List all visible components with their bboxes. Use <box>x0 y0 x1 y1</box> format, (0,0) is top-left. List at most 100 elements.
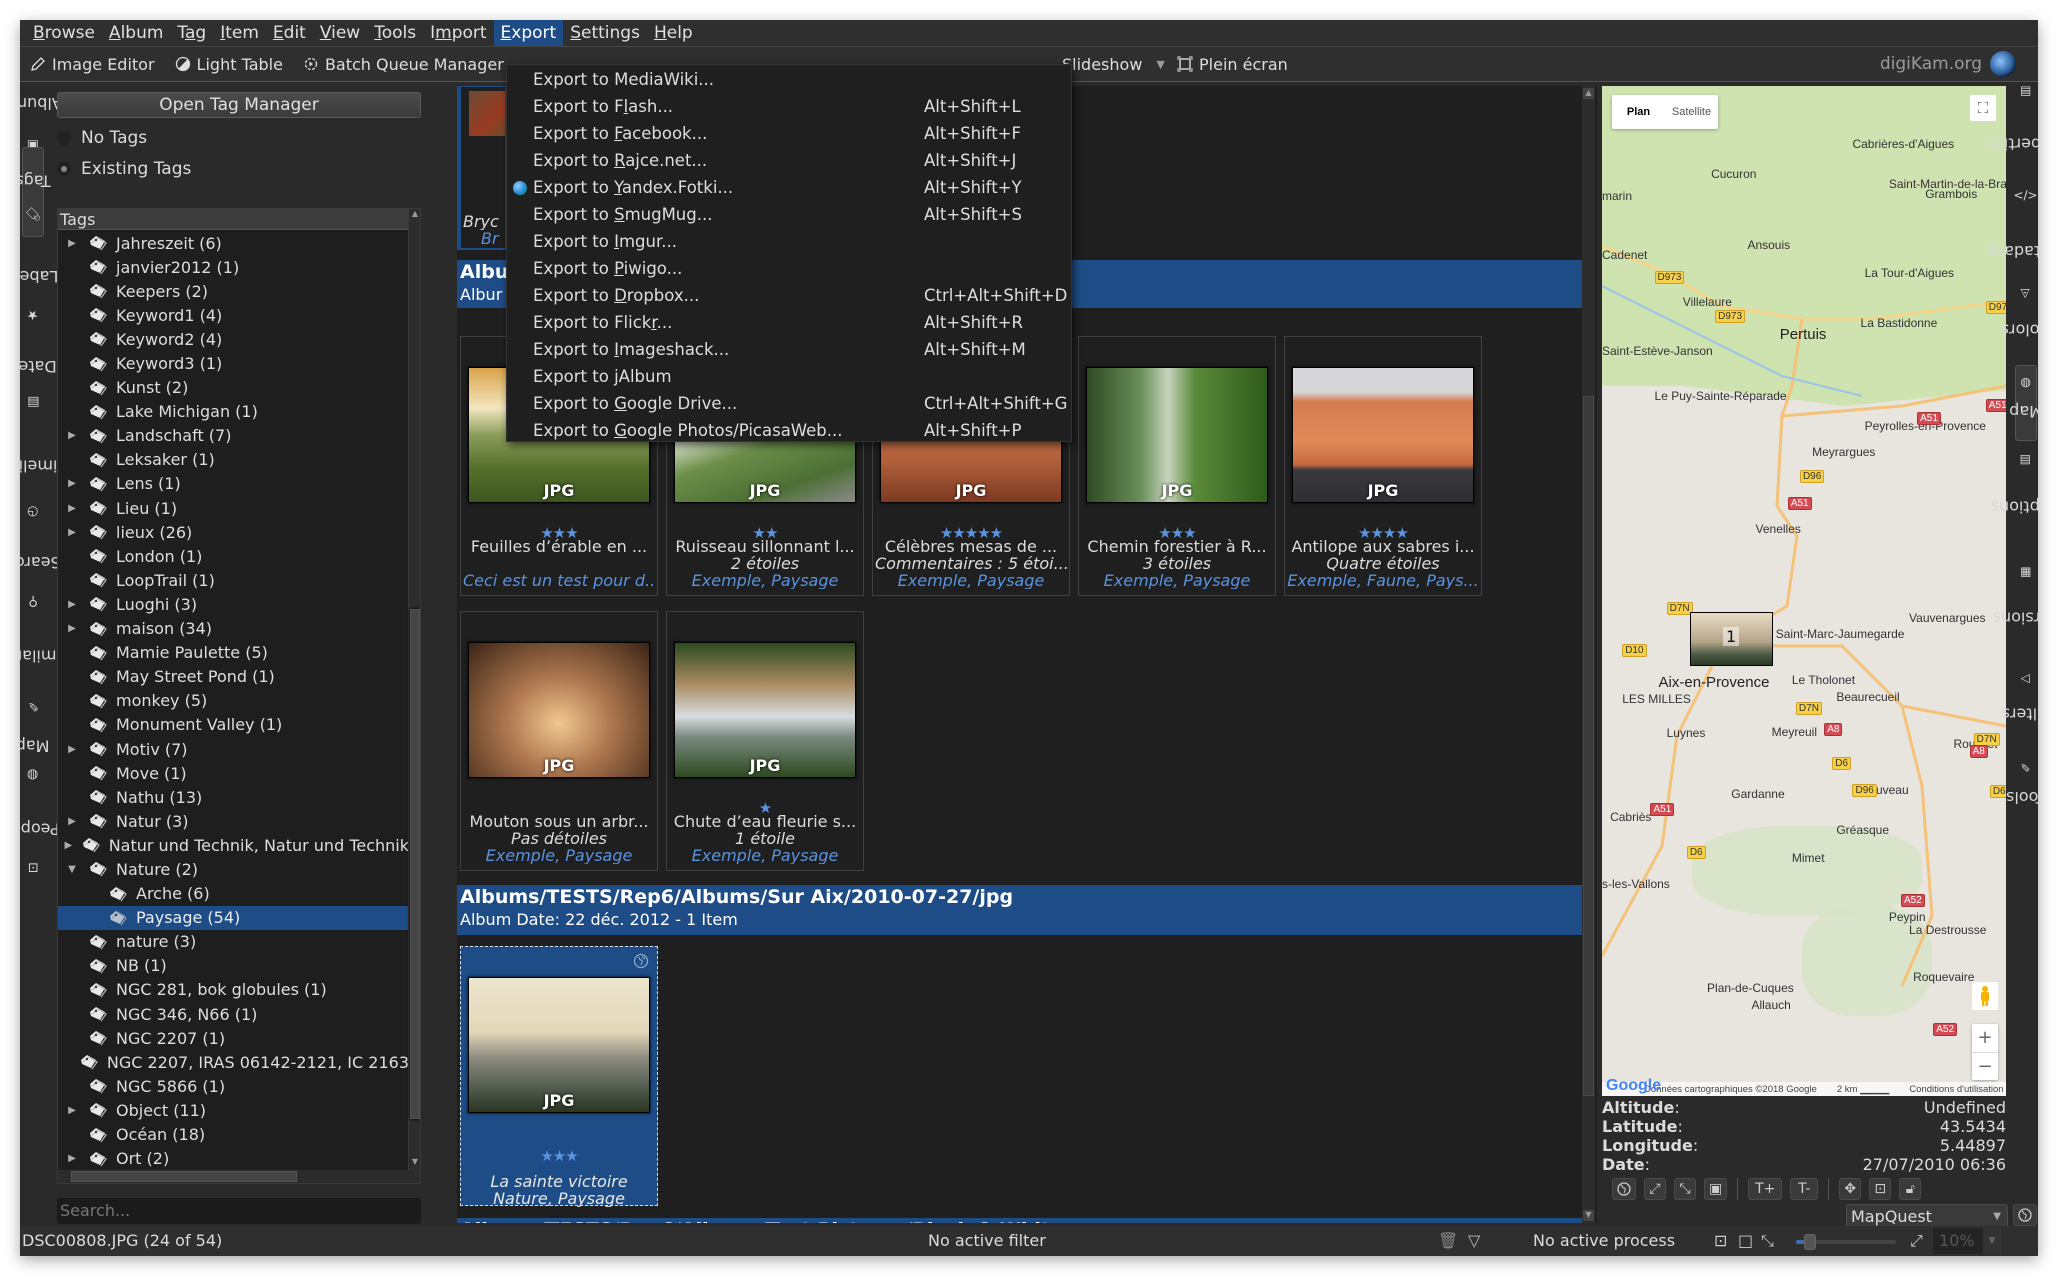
expander-arrow-icon[interactable]: ▼ <box>62 864 82 875</box>
left-tab-map[interactable]: ◍Map <box>20 719 50 789</box>
tag-item[interactable]: NGC 2207, IRAS 06142-2121, IC 2163 <box>58 1050 409 1074</box>
menu-tag[interactable]: Tag <box>170 20 213 46</box>
menu-view[interactable]: View <box>313 20 367 46</box>
menu-item-export[interactable]: Export to Imageshack... Alt+Shift+M <box>507 336 1071 363</box>
rating-stars[interactable]: ★★★ <box>461 1147 657 1165</box>
tag-item[interactable]: Kunst (2) <box>58 376 409 400</box>
menu-edit[interactable]: Edit <box>266 20 313 46</box>
expander-arrow-icon[interactable]: ▶ <box>62 1105 82 1116</box>
tag-item[interactable]: Nathu (13) <box>58 785 409 809</box>
menu-tools[interactable]: Tools <box>367 20 423 46</box>
lock-icon[interactable]: 🔓︎ <box>1899 1178 1922 1200</box>
trash-icon[interactable]: 🗑︎ <box>1438 1231 1458 1250</box>
menu-item-export[interactable]: Export to Imgur... <box>507 228 1071 255</box>
left-tab-tags[interactable]: 🏷︎Tags <box>20 147 51 237</box>
scrollbar-thumb[interactable] <box>71 1171 297 1182</box>
menu-browse[interactable]: Browse <box>26 20 102 46</box>
tag-search-input[interactable]: Search... <box>57 1198 421 1224</box>
menu-item-export[interactable]: Export to jAlbum <box>507 363 1071 390</box>
tag-item[interactable]: ▶ Lieu (1) <box>58 496 409 520</box>
tag-item[interactable]: ▶ maison (34) <box>58 617 409 641</box>
existing-tags-radio[interactable]: Existing Tags <box>57 159 191 179</box>
album-header[interactable]: Albums/TESTS/Rep6/Albums/Test Pictures/B… <box>457 1218 1582 1223</box>
menu-item-export[interactable]: Export to MediaWiki... <box>507 66 1071 93</box>
image-card-partial[interactable]: Bryc Br <box>457 86 507 250</box>
no-tags-radio[interactable]: No Tags <box>57 128 147 148</box>
zoom-slider-handle[interactable] <box>1804 1234 1816 1250</box>
tag-item[interactable]: ▶ Lens (1) <box>58 472 409 496</box>
expander-arrow-icon[interactable]: ▶ <box>62 816 82 827</box>
menu-item-export[interactable]: Export to Dropbox... Ctrl+Alt+Shift+D <box>507 282 1071 309</box>
tag-tree-vscrollbar[interactable]: ▲ ▼ <box>408 209 420 1183</box>
right-tab-versions[interactable]: ▦Versions <box>1992 555 2038 663</box>
scrollbar-thumb[interactable] <box>410 609 420 1119</box>
tag-item[interactable]: NGC 281, bok globules (1) <box>58 978 409 1002</box>
zoom-in-icon[interactable]: ⤢ <box>1910 1231 1923 1251</box>
expander-arrow-icon[interactable]: ▶ <box>62 623 82 634</box>
left-tab-dates[interactable]: ▤Dates <box>20 333 56 417</box>
expander-arrow-icon[interactable]: ▶ <box>62 1153 82 1164</box>
tag-item[interactable]: ▶ Ort (2) <box>58 1147 409 1171</box>
tag-item[interactable]: May Street Pond (1) <box>58 665 409 689</box>
increase-thumbnail-button[interactable]: T+ <box>1748 1178 1783 1200</box>
menu-item-export[interactable]: Export to Piwigo... <box>507 255 1071 282</box>
scrollbar-thumb[interactable] <box>1583 396 1594 1096</box>
image-card-selected[interactable]: JPG ★★★ La sainte victoire Nature, Paysa… <box>460 946 658 1207</box>
terms-link[interactable]: Conditions d'utilisation <box>1909 1084 2003 1095</box>
expander-arrow-icon[interactable]: ▶ <box>62 599 82 610</box>
tag-item[interactable]: ▶ Object (11) <box>58 1098 409 1122</box>
expander-arrow-icon[interactable]: ▶ <box>62 478 82 489</box>
tag-item[interactable]: NB (1) <box>58 954 409 978</box>
left-tab-similarity[interactable]: ✎Similarity <box>20 613 71 715</box>
show-thumbnails-icon[interactable]: ▣ <box>1704 1178 1728 1200</box>
zoom-to-selection-icon[interactable]: ⤡ <box>1674 1178 1696 1200</box>
zoom-in-button[interactable]: + <box>1972 1024 1998 1052</box>
tag-item[interactable]: Keepers (2) <box>58 279 409 303</box>
expander-arrow-icon[interactable]: ▶ <box>62 744 82 755</box>
tag-item[interactable]: ▼ Nature (2) <box>58 857 409 881</box>
zoom-to-fit-icon[interactable]: ⤢ <box>1644 1178 1666 1200</box>
right-tab-filters[interactable]: ▷Filters <box>2002 667 2038 745</box>
plan-button[interactable]: Plan <box>1612 106 1665 118</box>
open-tag-manager-button[interactable]: Open Tag Manager <box>57 92 421 118</box>
map-photo-cluster[interactable]: 1 <box>1690 612 1773 666</box>
expander-arrow-icon[interactable]: ▶ <box>62 527 82 538</box>
tag-item[interactable]: Océan (18) <box>58 1122 409 1146</box>
expander-arrow-icon[interactable]: ▶ <box>62 430 82 441</box>
filter-icon[interactable]: ▽ <box>1468 1231 1480 1250</box>
menu-item-export[interactable]: Export to Google Photos/PicasaWeb... Alt+… <box>507 417 1071 444</box>
expander-arrow-icon[interactable]: ▶ <box>62 840 75 851</box>
tag-item[interactable]: LoopTrail (1) <box>58 568 409 592</box>
menu-item-export[interactable]: Export to Facebook... Alt+Shift+F <box>507 120 1071 147</box>
tag-item[interactable]: ▶ Natur (3) <box>58 809 409 833</box>
batch-queue-button[interactable]: Batch Queue Manager <box>293 47 514 81</box>
right-tab-colors[interactable]: ◬Colors <box>2001 283 2038 361</box>
select-mode-icon[interactable]: ⊡ <box>1869 1178 1892 1200</box>
tag-tree-hscrollbar[interactable] <box>58 1170 409 1183</box>
chevron-down-icon[interactable]: ▼ <box>1983 1228 2001 1254</box>
zoom-fit-icon[interactable]: ⊡ <box>1714 1231 1727 1250</box>
left-tab-people[interactable]: ⊡People <box>20 791 60 883</box>
tag-item[interactable]: ▶ Jahreszeit (6) <box>58 231 409 255</box>
menu-export[interactable]: Export <box>493 20 564 46</box>
right-tab-tools[interactable]: ✎Tools <box>2006 749 2038 829</box>
street-view-pegman-icon[interactable] <box>1972 982 1998 1010</box>
map-globe-icon[interactable] <box>1612 1178 1636 1200</box>
brand[interactable]: digiKam.org <box>1880 47 2016 81</box>
menu-item[interactable]: Item <box>213 20 266 46</box>
left-tab-labels[interactable]: ★Labels <box>20 241 59 329</box>
tag-item[interactable]: NGC 5866 (1) <box>58 1074 409 1098</box>
thumbnail-view-scrollbar[interactable]: ▲ ▼ <box>1582 86 1595 1223</box>
dropdown-arrow-icon[interactable]: ▼ <box>1156 58 1164 71</box>
image-card[interactable]: JPG ★★★★ Antilope aux sabres i... Quatre ét… <box>1284 336 1482 596</box>
tag-item[interactable]: ▶ Luoghi (3) <box>58 592 409 616</box>
tag-item[interactable]: Leksaker (1) <box>58 448 409 472</box>
tag-item[interactable]: NGC 2207 (1) <box>58 1026 409 1050</box>
menu-album[interactable]: Album <box>102 20 171 46</box>
right-tab-properties[interactable]: ▤Properties <box>1986 83 2038 187</box>
tag-item[interactable]: London (1) <box>58 544 409 568</box>
tag-item[interactable]: janvier2012 (1) <box>58 255 409 279</box>
album-header[interactable]: Albums/TESTS/Rep6/Albums/Sur Aix/2010-07… <box>457 885 1582 935</box>
decrease-thumbnail-button[interactable]: T- <box>1790 1178 1819 1200</box>
map-view[interactable]: Cabrières-d'Aigues Cucuron Saint-Martin-de… <box>1602 86 2006 1096</box>
